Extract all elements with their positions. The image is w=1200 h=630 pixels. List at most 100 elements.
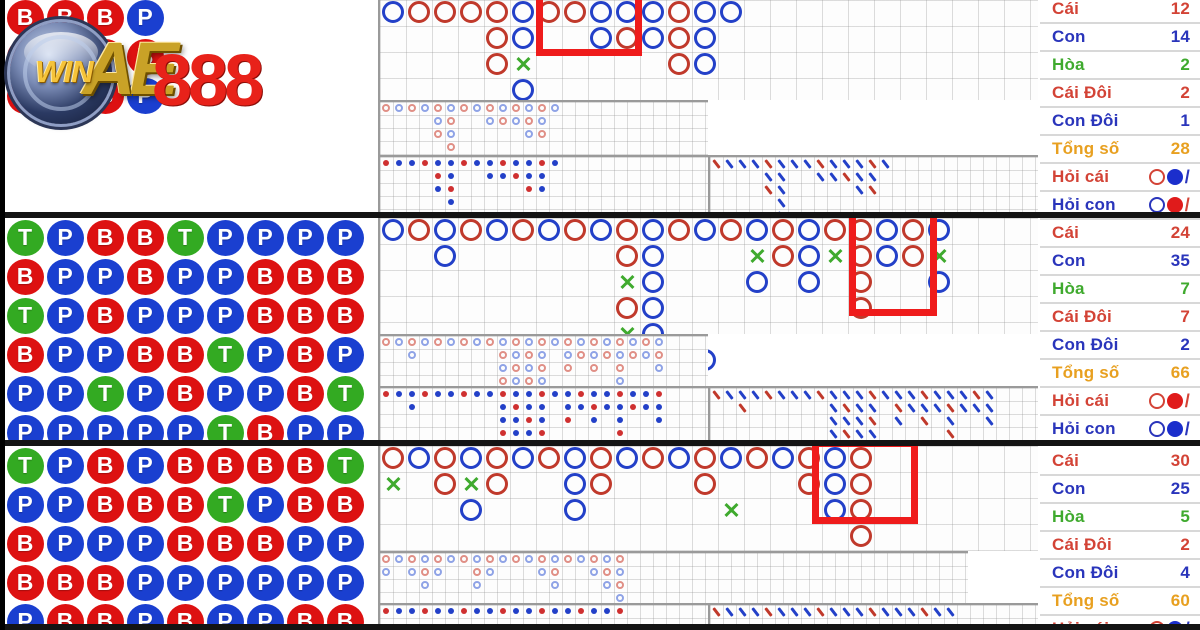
cockroach-blue-slash[interactable] bbox=[777, 198, 786, 208]
cockroach-blue-slash[interactable] bbox=[907, 390, 916, 400]
eye-road-red-ring[interactable] bbox=[486, 104, 494, 112]
eye-road-red-ring[interactable] bbox=[460, 338, 468, 346]
eye-road-red-ring[interactable] bbox=[434, 338, 442, 346]
small-road-red-dot[interactable] bbox=[539, 391, 545, 397]
eye-road-red-ring[interactable] bbox=[616, 338, 624, 346]
road-banker-circle[interactable] bbox=[538, 447, 560, 469]
big-eye-road-3[interactable] bbox=[378, 551, 968, 603]
small-road-red-dot[interactable] bbox=[500, 430, 506, 436]
road-banker-circle[interactable] bbox=[486, 447, 508, 469]
eye-road-blue-ring[interactable] bbox=[538, 351, 546, 359]
eye-road-blue-ring[interactable] bbox=[551, 338, 559, 346]
road-player-circle[interactable] bbox=[512, 1, 534, 23]
road-tie-mark[interactable]: ✕ bbox=[746, 245, 769, 268]
cockroach-blue-slash[interactable] bbox=[907, 607, 916, 617]
cockroach-blue-slash[interactable] bbox=[777, 172, 786, 182]
bead-cell-b[interactable]: B bbox=[245, 524, 285, 563]
eye-road-blue-ring[interactable] bbox=[629, 338, 637, 346]
bead-cell-p[interactable]: P bbox=[285, 524, 325, 563]
eye-road-red-ring[interactable] bbox=[408, 104, 416, 112]
bead-cell-b[interactable]: B bbox=[5, 257, 45, 296]
road-player-circle[interactable] bbox=[434, 245, 456, 267]
bead-cell-p[interactable]: P bbox=[125, 374, 165, 413]
bead-cell-b[interactable]: B bbox=[325, 485, 365, 524]
small-road-blue-dot[interactable] bbox=[474, 608, 480, 614]
cockroach-red-slash[interactable] bbox=[764, 607, 773, 617]
cockroach-blue-slash[interactable] bbox=[751, 390, 760, 400]
bead-cell-t[interactable]: T bbox=[5, 296, 45, 335]
small-road-red-dot[interactable] bbox=[539, 160, 545, 166]
bead-cell-t[interactable]: T bbox=[325, 374, 365, 413]
eye-road-red-ring[interactable] bbox=[525, 351, 533, 359]
cockroach-blue-slash[interactable] bbox=[842, 159, 851, 169]
cockroach-blue-slash[interactable] bbox=[777, 607, 786, 617]
eye-road-blue-ring[interactable] bbox=[499, 555, 507, 563]
cockroach-blue-slash[interactable] bbox=[790, 159, 799, 169]
eye-road-blue-ring[interactable] bbox=[577, 338, 585, 346]
bead-cell-b[interactable]: B bbox=[245, 296, 285, 335]
eye-road-blue-ring[interactable] bbox=[408, 351, 416, 359]
small-road-blue-dot[interactable] bbox=[526, 160, 532, 166]
bead-cell-p[interactable]: P bbox=[45, 257, 85, 296]
eye-road-blue-ring[interactable] bbox=[473, 338, 481, 346]
bead-cell-p[interactable]: P bbox=[325, 218, 365, 257]
cockroach-red-slash[interactable] bbox=[868, 416, 877, 426]
small-road-blue-dot[interactable] bbox=[565, 404, 571, 410]
cockroach-blue-slash[interactable] bbox=[855, 403, 864, 413]
big-road-1[interactable]: ✕✕ bbox=[378, 0, 1038, 127]
bead-cell-p[interactable]: P bbox=[125, 446, 165, 485]
small-road-blue-dot[interactable] bbox=[435, 608, 441, 614]
small-road-blue-dot[interactable] bbox=[513, 391, 519, 397]
small-road-red-dot[interactable] bbox=[422, 608, 428, 614]
small-road-red-dot[interactable] bbox=[539, 608, 545, 614]
cockroach-red-slash[interactable] bbox=[816, 607, 825, 617]
road-banker-circle[interactable] bbox=[668, 219, 690, 241]
bead-cell-p[interactable]: P bbox=[205, 374, 245, 413]
cockroach-red-slash[interactable] bbox=[712, 390, 721, 400]
eye-road-red-ring[interactable] bbox=[512, 555, 520, 563]
small-road-blue-dot[interactable] bbox=[474, 160, 480, 166]
eye-road-blue-ring[interactable] bbox=[434, 568, 442, 576]
bead-cell-p[interactable]: P bbox=[45, 218, 85, 257]
small-road-blue-dot[interactable] bbox=[487, 391, 493, 397]
small-road-blue-dot[interactable] bbox=[435, 186, 441, 192]
bead-cell-p[interactable]: P bbox=[285, 413, 325, 440]
eye-road-blue-ring[interactable] bbox=[421, 581, 429, 589]
cockroach-blue-slash[interactable] bbox=[894, 416, 903, 426]
cockroach-red-slash[interactable] bbox=[738, 403, 747, 413]
cockroach-red-slash[interactable] bbox=[868, 185, 877, 195]
eye-road-red-ring[interactable] bbox=[434, 130, 442, 138]
small-road-blue-dot[interactable] bbox=[539, 173, 545, 179]
eye-road-red-ring[interactable] bbox=[564, 364, 572, 372]
bead-cell-b[interactable]: B bbox=[165, 335, 205, 374]
cockroach-blue-slash[interactable] bbox=[803, 159, 812, 169]
road-banker-circle[interactable] bbox=[408, 219, 430, 241]
road-banker-circle[interactable] bbox=[824, 219, 846, 241]
eye-road-red-ring[interactable] bbox=[473, 568, 481, 576]
cockroach-red-slash[interactable] bbox=[946, 403, 955, 413]
road-player-circle[interactable] bbox=[538, 219, 560, 241]
eye-road-blue-ring[interactable] bbox=[551, 104, 559, 112]
small-road-blue-dot[interactable] bbox=[396, 608, 402, 614]
bead-cell-b[interactable]: B bbox=[85, 485, 125, 524]
road-banker-circle[interactable] bbox=[486, 473, 508, 495]
small-road-blue-dot[interactable] bbox=[435, 160, 441, 166]
eye-road-blue-ring[interactable] bbox=[395, 555, 403, 563]
small-road-blue-dot[interactable] bbox=[552, 391, 558, 397]
eye-road-blue-ring[interactable] bbox=[590, 351, 598, 359]
cockroach-blue-slash[interactable] bbox=[725, 159, 734, 169]
bead-cell-b[interactable]: B bbox=[125, 335, 165, 374]
bead-cell-p[interactable]: P bbox=[325, 563, 365, 602]
cockroach-red-slash[interactable] bbox=[842, 172, 851, 182]
road-player-circle[interactable] bbox=[694, 27, 716, 49]
small-road-red-dot[interactable] bbox=[461, 160, 467, 166]
eye-road-blue-ring[interactable] bbox=[434, 117, 442, 125]
bead-cell-t[interactable]: T bbox=[205, 413, 245, 440]
road-banker-circle[interactable] bbox=[616, 219, 638, 241]
bead-cell-p[interactable]: P bbox=[245, 563, 285, 602]
cockroach-red-slash[interactable] bbox=[868, 159, 877, 169]
road-tie-mark[interactable]: ✕ bbox=[824, 245, 847, 268]
cockroach-blue-slash[interactable] bbox=[803, 607, 812, 617]
bead-cell-b[interactable]: B bbox=[245, 446, 285, 485]
road-player-circle[interactable] bbox=[434, 219, 456, 241]
